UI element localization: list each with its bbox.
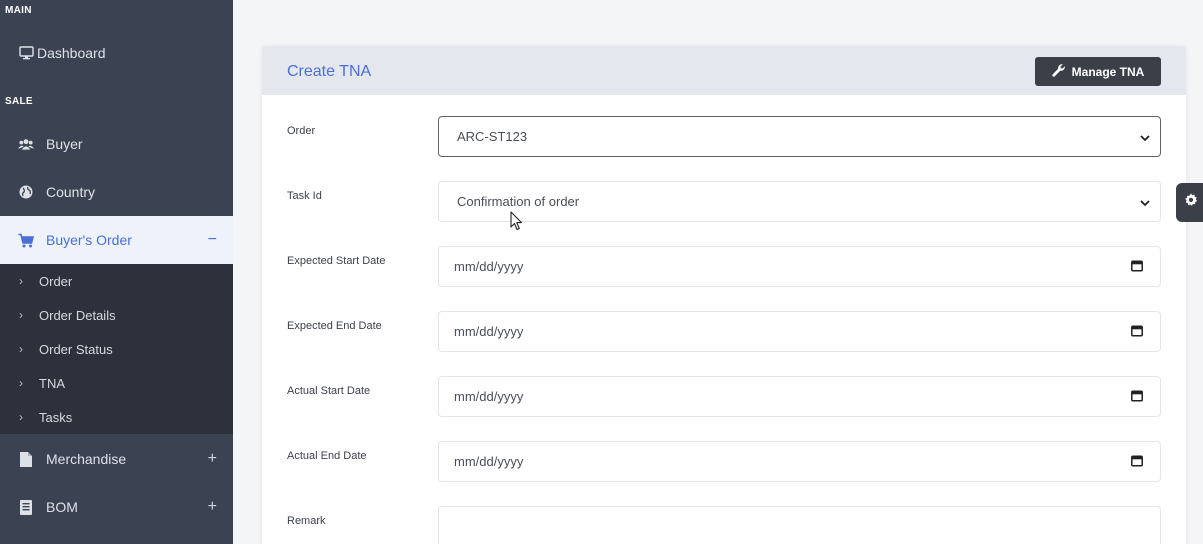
- actual-start-date-label: Actual Start Date: [287, 385, 371, 397]
- gear-icon: [1184, 193, 1198, 212]
- order-select[interactable]: ARC-ST123: [438, 116, 1161, 157]
- calendar-icon[interactable]: [1131, 324, 1143, 339]
- task-id-select-value: Confirmation of order: [457, 194, 580, 209]
- expand-icon[interactable]: +: [208, 498, 217, 516]
- date-placeholder: mm/dd/yyyy: [454, 389, 524, 404]
- submenu-item-order[interactable]: › Order: [0, 264, 233, 298]
- submenu-buyers-order: › Order › Order Details › Order Status ›…: [0, 264, 233, 434]
- remark-textarea[interactable]: [438, 506, 1161, 544]
- sidebar-item-label: Buyer's Order: [46, 232, 132, 248]
- expected-start-date-label: Expected Start Date: [287, 255, 386, 267]
- sidebar-item-label: Merchandise: [46, 451, 127, 467]
- remark-label: Remark: [287, 515, 326, 527]
- collapse-icon[interactable]: −: [208, 231, 217, 249]
- sidebar: MAIN Dashboard SALE Buyer Country Buyer'…: [0, 0, 233, 544]
- sidebar-item-label: Country: [46, 184, 96, 200]
- card-header: Create TNA Manage TNA: [262, 46, 1186, 95]
- page-title: Create TNA: [287, 63, 372, 80]
- sidebar-item-country[interactable]: Country: [0, 168, 233, 216]
- submenu-item-label: Order: [39, 273, 73, 289]
- cart-icon: [18, 232, 34, 248]
- date-placeholder: mm/dd/yyyy: [454, 259, 524, 274]
- sidebar-item-dashboard[interactable]: Dashboard: [0, 29, 233, 77]
- expected-start-date-input[interactable]: mm/dd/yyyy: [438, 246, 1161, 287]
- submenu-item-tna[interactable]: › TNA: [0, 366, 233, 400]
- task-id-select[interactable]: Confirmation of order: [438, 181, 1161, 222]
- date-placeholder: mm/dd/yyyy: [454, 324, 524, 339]
- submenu-item-tasks[interactable]: › Tasks: [0, 400, 233, 434]
- sidebar-item-label: BOM: [46, 499, 78, 515]
- expected-end-date-label: Expected End Date: [287, 320, 382, 332]
- users-icon: [18, 136, 34, 152]
- submenu-item-label: Order Status: [39, 341, 113, 357]
- task-id-label: Task Id: [287, 190, 322, 202]
- actual-end-date-input[interactable]: mm/dd/yyyy: [438, 441, 1161, 482]
- sidebar-item-buyer[interactable]: Buyer: [0, 120, 233, 168]
- submenu-item-label: Order Details: [39, 307, 116, 323]
- submenu-item-order-status[interactable]: › Order Status: [0, 332, 233, 366]
- expected-end-date-input[interactable]: mm/dd/yyyy: [438, 311, 1161, 352]
- chevron-right-icon: ›: [19, 308, 23, 322]
- receipt-icon: [18, 499, 34, 515]
- actual-end-date-label: Actual End Date: [287, 450, 367, 462]
- section-label-main: MAIN: [5, 5, 32, 16]
- manage-tna-button[interactable]: Manage TNA: [1035, 57, 1161, 86]
- calendar-icon[interactable]: [1131, 454, 1143, 469]
- chevron-right-icon: ›: [19, 274, 23, 288]
- order-select-value: ARC-ST123: [457, 129, 528, 144]
- expand-icon[interactable]: +: [208, 450, 217, 468]
- calendar-icon[interactable]: [1131, 389, 1143, 404]
- submenu-item-label: TNA: [39, 375, 65, 391]
- sidebar-item-bom[interactable]: BOM +: [0, 483, 233, 531]
- chevron-right-icon: ›: [19, 342, 23, 356]
- calendar-icon[interactable]: [1131, 259, 1143, 274]
- sidebar-item-buyers-order[interactable]: Buyer's Order −: [0, 216, 233, 264]
- globe-icon: [18, 184, 34, 200]
- sidebar-item-label: Buyer: [46, 136, 83, 152]
- submenu-item-label: Tasks: [39, 409, 73, 425]
- order-label: Order: [287, 125, 316, 137]
- chevron-down-icon: [1140, 194, 1150, 209]
- mouse-cursor-icon: [510, 211, 524, 236]
- wrench-icon: [1052, 63, 1066, 80]
- submenu-item-order-details[interactable]: › Order Details: [0, 298, 233, 332]
- settings-tab[interactable]: [1176, 183, 1203, 222]
- sidebar-item-merchandise[interactable]: Merchandise +: [0, 435, 233, 483]
- top-bar: [233, 0, 1203, 30]
- monitor-icon: [18, 45, 34, 61]
- chevron-down-icon: [1140, 129, 1150, 144]
- file-icon: [18, 451, 34, 467]
- sidebar-item-label: Dashboard: [37, 45, 106, 61]
- section-label-sale: SALE: [5, 96, 33, 107]
- date-placeholder: mm/dd/yyyy: [454, 454, 524, 469]
- manage-tna-label: Manage TNA: [1071, 64, 1145, 79]
- actual-start-date-input[interactable]: mm/dd/yyyy: [438, 376, 1161, 417]
- chevron-right-icon: ›: [19, 376, 23, 390]
- chevron-right-icon: ›: [19, 410, 23, 424]
